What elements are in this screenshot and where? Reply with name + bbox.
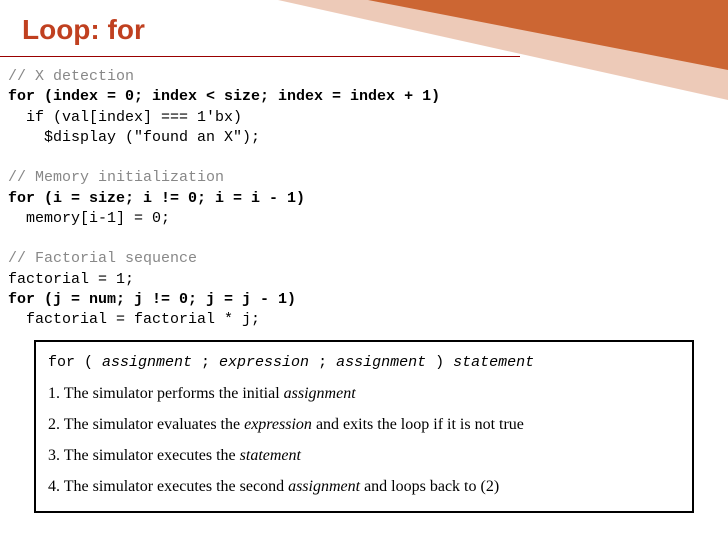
syntax-step: 3. The simulator executes the statement (48, 442, 680, 469)
code-line: for (i = size; i != 0; i = i - 1) (8, 189, 728, 209)
code-blank (8, 229, 728, 249)
code-comment: // Factorial sequence (8, 249, 728, 269)
syntax-definition: for ( assignment ; expression ; assignme… (48, 350, 680, 376)
code-line: factorial = factorial * j; (8, 310, 728, 330)
code-line: for (j = num; j != 0; j = j - 1) (8, 290, 728, 310)
code-line: $display ("found an X"); (8, 128, 728, 148)
syntax-step: 4. The simulator executes the second ass… (48, 473, 680, 500)
code-blank (8, 148, 728, 168)
code-comment: // Memory initialization (8, 168, 728, 188)
code-line: factorial = 1; (8, 270, 728, 290)
syntax-box: for ( assignment ; expression ; assignme… (34, 340, 694, 512)
code-line: memory[i-1] = 0; (8, 209, 728, 229)
code-line: if (val[index] === 1'bx) (8, 108, 728, 128)
syntax-step: 2. The simulator evaluates the expressio… (48, 411, 680, 438)
syntax-step: 1. The simulator performs the initial as… (48, 380, 680, 407)
slide-title: Loop: for (0, 0, 520, 57)
